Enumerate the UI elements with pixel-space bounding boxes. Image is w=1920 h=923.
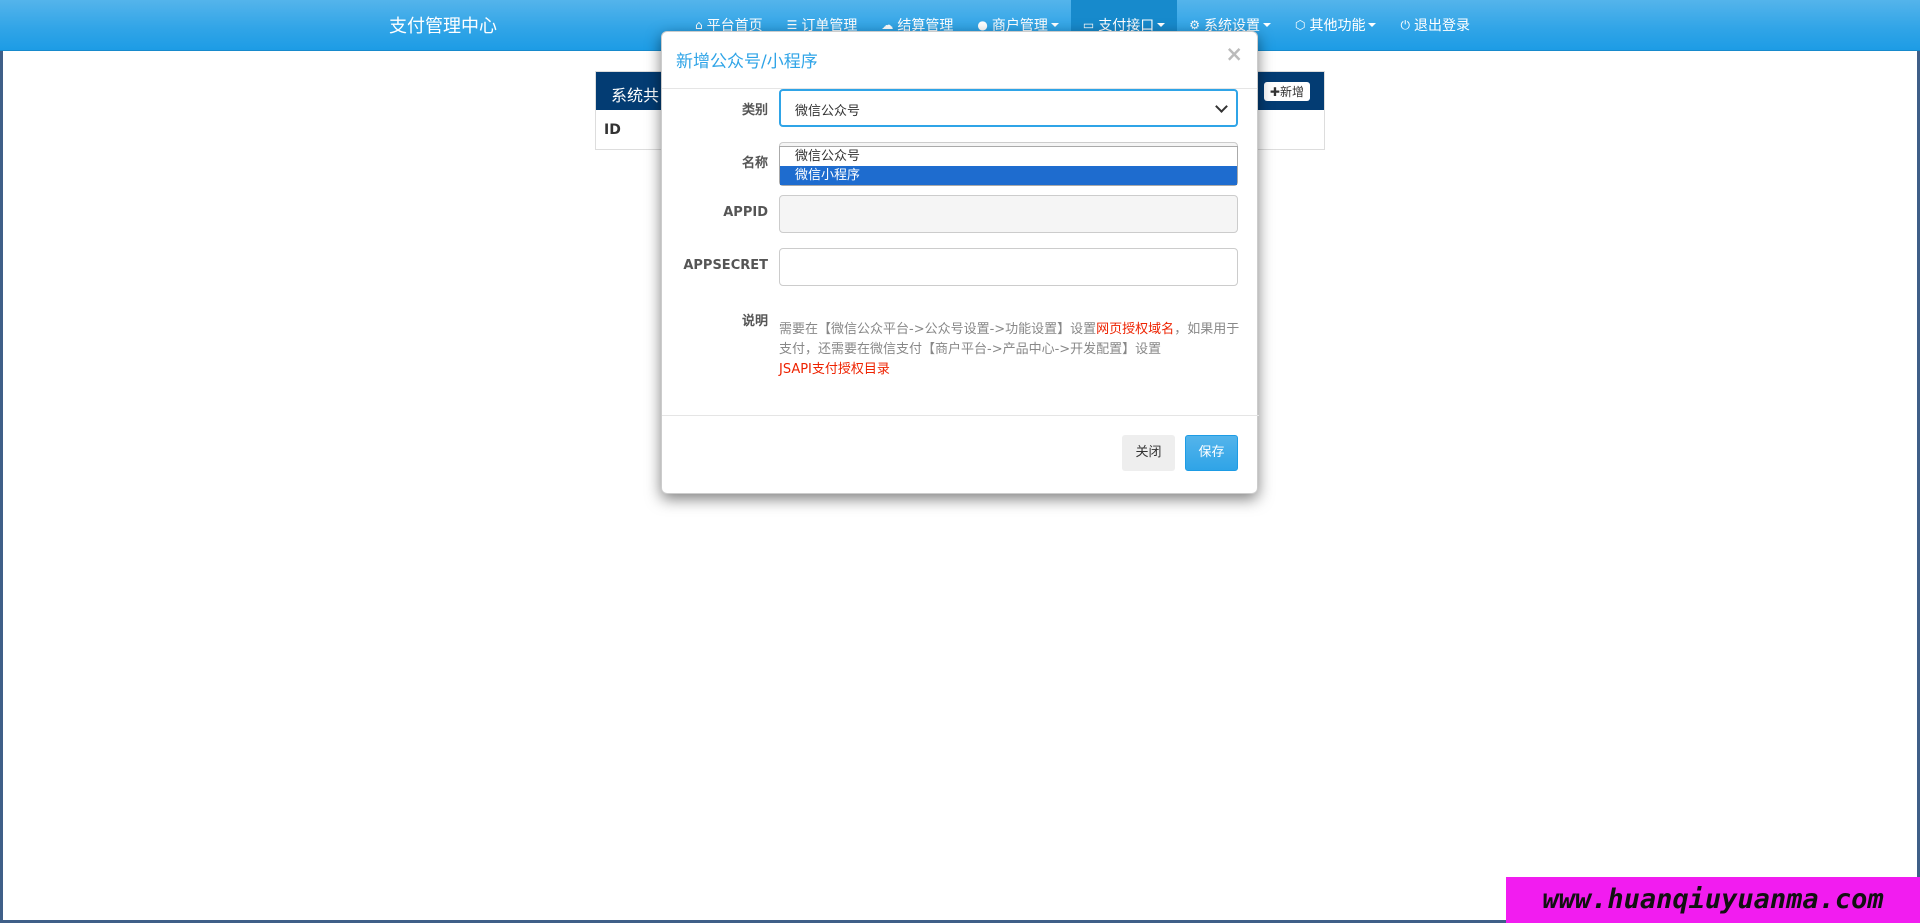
desc-link-domain[interactable]: 网页授权域名 [1096,322,1174,337]
chevron-down-icon [1215,100,1228,113]
desc-label: 说明 [741,314,768,329]
add-account-modal: 新增公众号/小程序 × 类别 微信公众号 微信公众号 微信小程序 名称 APPI… [661,31,1259,494]
close-icon[interactable]: × [1225,42,1243,66]
save-button[interactable]: 保存 [1185,435,1238,471]
description-text: 需要在【微信公众平台->公众号设置->功能设置】设置网页授权域名，如果用于支付，… [779,320,1241,380]
appid-row: APPID [662,195,1259,233]
type-select[interactable]: 微信公众号 [779,89,1238,127]
appid-label: APPID [723,205,768,220]
appsecret-label: APPSECRET [683,258,768,273]
type-dropdown-list: 微信公众号 微信小程序 [779,146,1238,186]
appsecret-input[interactable] [779,248,1238,286]
modal-header: 新增公众号/小程序 × [662,32,1257,89]
type-label: 类别 [741,103,768,118]
modal-title: 新增公众号/小程序 [676,52,818,72]
close-button[interactable]: 关闭 [1122,435,1175,471]
type-select-value: 微信公众号 [795,104,861,119]
appsecret-row: APPSECRET [662,248,1259,286]
appid-input[interactable] [779,195,1238,233]
watermark-banner: www.huanqiuyuanma.com [1506,877,1920,923]
type-option-official[interactable]: 微信公众号 [780,147,1237,166]
type-option-miniprogram[interactable]: 微信小程序 [780,166,1237,185]
type-row: 类别 微信公众号 [662,89,1259,127]
desc-link-jsapi[interactable]: JSAPI支付授权目录 [779,362,890,377]
modal-footer: 关闭 保存 [662,415,1259,494]
name-label: 名称 [741,156,768,171]
desc-part1: 需要在【微信公众平台->公众号设置->功能设置】设置 [779,322,1097,337]
